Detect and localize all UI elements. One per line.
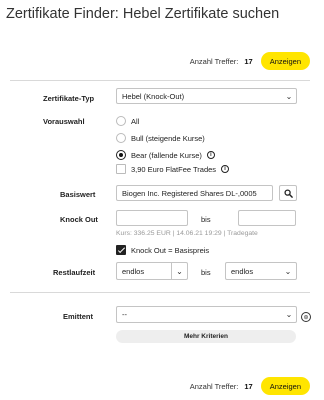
reset-icon[interactable]: ⊛ bbox=[301, 312, 311, 322]
underlying-label: Basiswert bbox=[60, 190, 96, 199]
hits-count: 17 bbox=[244, 56, 253, 66]
chevron-down-icon: ⌄ bbox=[285, 310, 293, 319]
knockout-from-input[interactable] bbox=[116, 210, 188, 226]
issuer-value: -- bbox=[122, 310, 127, 319]
show-results-button[interactable]: Anzeigen bbox=[260, 377, 310, 395]
bis-label: bis bbox=[201, 268, 211, 277]
info-icon[interactable]: i bbox=[206, 151, 215, 159]
maturity-from-select[interactable]: endlos ⌄ bbox=[116, 262, 188, 280]
type-select[interactable]: Hebel (Knock-Out) ⌄ bbox=[116, 88, 297, 104]
hits-label: Anzahl Treffer: bbox=[189, 381, 239, 391]
checkbox-checked-icon bbox=[116, 245, 126, 255]
divider bbox=[10, 292, 310, 293]
knockout-label: Knock Out bbox=[60, 215, 98, 224]
maturity-from-value: endlos bbox=[122, 266, 145, 276]
knockout-to-input[interactable] bbox=[238, 210, 296, 226]
page-title: Zertifikate Finder: Hebel Zertifikate su… bbox=[6, 6, 280, 22]
maturity-label: Restlaufzeit bbox=[53, 268, 96, 277]
radio-selected-icon bbox=[116, 150, 126, 160]
chevron-down-icon: ⌄ bbox=[284, 266, 292, 276]
radio-bull-label: Bull (steigende Kurse) bbox=[131, 133, 205, 143]
search-button[interactable] bbox=[279, 185, 297, 201]
more-criteria-button[interactable]: Mehr Kriterien bbox=[116, 330, 296, 343]
knockout-basis-checkbox[interactable]: Knock Out = Basispreis bbox=[116, 245, 209, 255]
bis-label: bis bbox=[201, 215, 211, 224]
checkbox-icon bbox=[116, 164, 126, 174]
flatfee-checkbox[interactable]: 3,90 Euro FlatFee Trades i bbox=[116, 164, 230, 174]
radio-all[interactable]: All bbox=[116, 116, 139, 126]
search-icon bbox=[283, 188, 293, 198]
hits-label: Anzahl Treffer: bbox=[189, 56, 239, 66]
issuer-select[interactable]: -- ⌄ bbox=[116, 306, 297, 323]
price-hint: Kurs: 336.25 EUR | 14.06.21 19:29 | Trad… bbox=[116, 230, 258, 237]
type-value: Hebel (Knock-Out) bbox=[122, 91, 185, 101]
radio-bull[interactable]: Bull (steigende Kurse) bbox=[116, 133, 205, 143]
results-bar-bottom: Anzahl Treffer: 17 Anzeigen bbox=[190, 377, 310, 395]
flatfee-label: 3,90 Euro FlatFee Trades bbox=[131, 164, 217, 174]
radio-bear-label: Bear (fallende Kurse) bbox=[131, 150, 202, 160]
type-label: Zertifikate-Typ bbox=[43, 94, 95, 103]
maturity-to-select[interactable]: endlos ⌄ bbox=[225, 262, 297, 280]
radio-icon bbox=[116, 116, 126, 126]
preselection-label: Vorauswahl bbox=[43, 117, 85, 126]
info-icon[interactable]: i bbox=[221, 165, 230, 173]
underlying-input[interactable]: Biogen Inc. Registered Shares DL-,0005 bbox=[116, 185, 273, 201]
chevron-down-icon: ⌄ bbox=[171, 263, 187, 279]
show-results-button[interactable]: Anzeigen bbox=[260, 52, 310, 70]
hits-count: 17 bbox=[244, 381, 253, 391]
divider bbox=[10, 80, 310, 81]
radio-bear[interactable]: Bear (fallende Kurse) i bbox=[116, 150, 215, 160]
knockout-basis-label: Knock Out = Basispreis bbox=[131, 245, 210, 255]
chevron-down-icon: ⌄ bbox=[285, 91, 293, 101]
issuer-label: Emittent bbox=[63, 312, 93, 321]
radio-icon bbox=[116, 133, 126, 143]
underlying-value: Biogen Inc. Registered Shares DL-,0005 bbox=[122, 188, 257, 198]
results-bar-top: Anzahl Treffer: 17 Anzeigen bbox=[190, 52, 310, 70]
radio-all-label: All bbox=[131, 116, 140, 126]
maturity-to-value: endlos bbox=[231, 266, 254, 276]
